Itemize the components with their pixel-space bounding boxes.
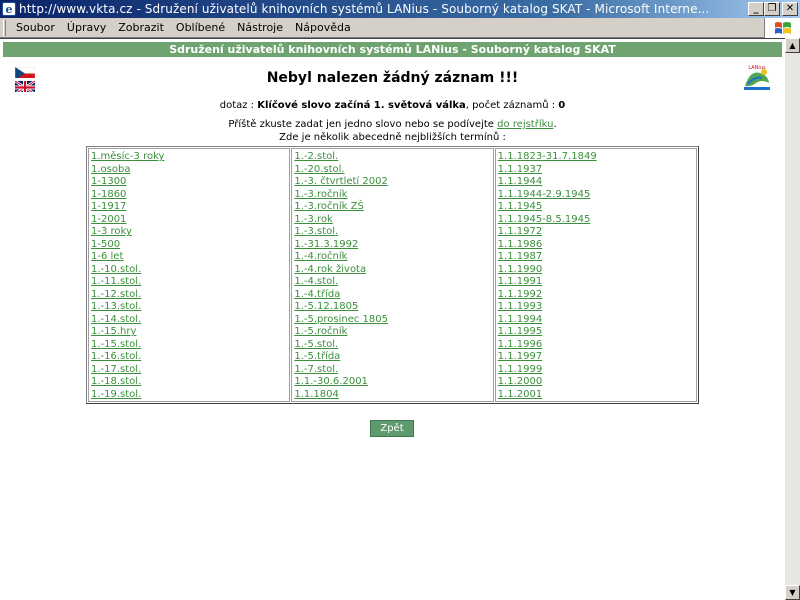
menu-item-upravy[interactable]: Úpravy bbox=[61, 21, 112, 34]
term-link[interactable]: 1-1300 bbox=[91, 176, 287, 189]
term-link[interactable]: 1.1.1995 bbox=[498, 326, 694, 339]
terms-column-2: 1.-2.stol. 1.-20.stol. 1.-3. čtvrtletí 2… bbox=[291, 148, 494, 402]
term-link[interactable]: 1-1917 bbox=[91, 201, 287, 214]
nearest-terms-table: 1.měsíc-3 roky 1.osoba 1-1300 1-1860 1-1… bbox=[86, 146, 699, 404]
term-link[interactable]: 1.1.1945 bbox=[498, 201, 694, 214]
back-button[interactable]: Zpět bbox=[370, 420, 414, 437]
term-link[interactable]: 1.-4.třída bbox=[294, 289, 490, 302]
ie-page-icon: e bbox=[2, 2, 16, 16]
maximize-button[interactable]: ❐ bbox=[764, 2, 780, 16]
menu-item-oblibene[interactable]: Oblíbené bbox=[170, 21, 231, 34]
term-link[interactable]: 1.1.1804 bbox=[294, 389, 490, 402]
term-link[interactable]: 1.1.1990 bbox=[498, 264, 694, 277]
term-link[interactable]: 1.-14.stol. bbox=[91, 314, 287, 327]
menu-item-soubor[interactable]: Soubor bbox=[10, 21, 61, 34]
term-link[interactable]: 1.-31.3.1992 bbox=[294, 239, 490, 252]
term-link[interactable]: 1.-10.stol. bbox=[91, 264, 287, 277]
term-link[interactable]: 1.-5.stol. bbox=[294, 339, 490, 352]
menu-item-napoveda[interactable]: Nápověda bbox=[289, 21, 357, 34]
query-text: Klíčové slovo začíná 1. světová válka bbox=[257, 100, 466, 111]
term-link[interactable]: 1.1.2001 bbox=[498, 389, 694, 402]
term-link[interactable]: 1.-4.ročník bbox=[294, 251, 490, 264]
term-link[interactable]: 1.1.1996 bbox=[498, 339, 694, 352]
close-button[interactable]: ✕ bbox=[782, 2, 798, 16]
term-link[interactable]: 1-1860 bbox=[91, 189, 287, 202]
term-link[interactable]: 1.1.1937 bbox=[498, 164, 694, 177]
window-title: http://www.vkta.cz - Sdružení uživatelů … bbox=[19, 2, 710, 16]
term-link[interactable]: 1-500 bbox=[91, 239, 287, 252]
term-link[interactable]: 1.-13.stol. bbox=[91, 301, 287, 314]
query-count: 0 bbox=[558, 100, 566, 111]
term-link[interactable]: 1.1.1993 bbox=[498, 301, 694, 314]
term-link[interactable]: 1.1.1991 bbox=[498, 276, 694, 289]
term-link[interactable]: 1.-18.stol. bbox=[91, 376, 287, 389]
menu-item-nastroje[interactable]: Nástroje bbox=[231, 21, 289, 34]
query-prefix: dotaz : bbox=[219, 100, 258, 111]
scroll-up-arrow-icon[interactable]: ▲ bbox=[785, 38, 800, 53]
query-summary: dotaz : Klíčové slovo začíná 1. světová … bbox=[0, 100, 785, 111]
index-link[interactable]: do rejstříku bbox=[497, 119, 553, 130]
term-link[interactable]: 1.-3.ročník ZŠ bbox=[294, 201, 490, 214]
term-link[interactable]: 1.1.1999 bbox=[498, 364, 694, 377]
catalog-banner: Sdružení uživatelů knihovních systémů LA… bbox=[3, 42, 782, 57]
term-link[interactable]: 1.-20.stol. bbox=[294, 164, 490, 177]
term-link[interactable]: 1.-5.ročník bbox=[294, 326, 490, 339]
term-link[interactable]: 1.-15.stol. bbox=[91, 339, 287, 352]
menu-item-zobrazit[interactable]: Zobrazit bbox=[112, 21, 170, 34]
term-link[interactable]: 1.-15.hry bbox=[91, 326, 287, 339]
term-link[interactable]: 1.1.1997 bbox=[498, 351, 694, 364]
term-link[interactable]: 1.1.1823-31.7.1849 bbox=[498, 151, 694, 164]
term-link[interactable]: 1.1.1986 bbox=[498, 239, 694, 252]
terms-column-1: 1.měsíc-3 roky 1.osoba 1-1300 1-1860 1-1… bbox=[88, 148, 291, 402]
term-link[interactable]: 1.1.1994 bbox=[498, 314, 694, 327]
term-link[interactable]: 1.-5.třída bbox=[294, 351, 490, 364]
page-content: Sdružení uživatelů knihovních systémů LA… bbox=[0, 38, 785, 600]
term-link[interactable]: 1.1.1945-8.5.1945 bbox=[498, 214, 694, 227]
term-link[interactable]: 1.-5.12.1805 bbox=[294, 301, 490, 314]
minimize-button[interactable]: _ bbox=[748, 2, 764, 16]
hint-end: . bbox=[553, 119, 557, 130]
term-link[interactable]: 1.1.1972 bbox=[498, 226, 694, 239]
toolbar-grip[interactable] bbox=[3, 19, 6, 36]
term-link[interactable]: 1.měsíc-3 roky bbox=[91, 151, 287, 164]
hint-text: Příště zkuste zadat jen jedno slovo nebo… bbox=[228, 119, 498, 130]
term-link[interactable]: 1.1.1944-2.9.1945 bbox=[498, 189, 694, 202]
term-link[interactable]: 1.-11.stol. bbox=[91, 276, 287, 289]
term-link[interactable]: 1.1.1944 bbox=[498, 176, 694, 189]
term-link[interactable]: 1-6 let bbox=[91, 251, 287, 264]
term-link[interactable]: 1-2001 bbox=[91, 214, 287, 227]
window-title-bar[interactable]: e http://www.vkta.cz - Sdružení uživatel… bbox=[0, 0, 800, 18]
term-link[interactable]: 1.osoba bbox=[91, 164, 287, 177]
term-link[interactable]: 1.-3.stol. bbox=[294, 226, 490, 239]
term-link[interactable]: 1.-4.rok života bbox=[294, 264, 490, 277]
terms-heading: Zde je několik abecedně nejbližších term… bbox=[279, 132, 506, 143]
term-link[interactable]: 1.-7.stol. bbox=[294, 364, 490, 377]
term-link[interactable]: 1.-3.ročník bbox=[294, 189, 490, 202]
term-link[interactable]: 1.-19.stol. bbox=[91, 389, 287, 402]
term-link[interactable]: 1.1.1987 bbox=[498, 251, 694, 264]
term-link[interactable]: 1.-16.stol. bbox=[91, 351, 287, 364]
term-link[interactable]: 1.1.1992 bbox=[498, 289, 694, 302]
scroll-down-arrow-icon[interactable]: ▼ bbox=[785, 585, 800, 600]
page-title: Nebyl nalezen žádný záznam !!! bbox=[266, 70, 519, 86]
term-link[interactable]: 1.-5.prosinec 1805 bbox=[294, 314, 490, 327]
window-controls: _ ❐ ✕ bbox=[748, 2, 798, 16]
windows-logo-icon bbox=[764, 18, 800, 38]
term-link[interactable]: 1.-4.stol. bbox=[294, 276, 490, 289]
term-link[interactable]: 1.-12.stol. bbox=[91, 289, 287, 302]
search-hint: Příště zkuste zadat jen jedno slovo nebo… bbox=[0, 119, 785, 130]
term-link[interactable]: 1-3 roky bbox=[91, 226, 287, 239]
term-link[interactable]: 1.-17.stol. bbox=[91, 364, 287, 377]
vertical-scrollbar[interactable]: ▲ ▼ bbox=[785, 38, 800, 600]
term-link[interactable]: 1.-3. čtvrtletí 2002 bbox=[294, 176, 490, 189]
query-count-label: , počet záznamů : bbox=[465, 100, 559, 111]
term-link[interactable]: 1.1.2000 bbox=[498, 376, 694, 389]
term-link[interactable]: 1.-3.rok bbox=[294, 214, 490, 227]
term-link[interactable]: 1.1.-30.6.2001 bbox=[294, 376, 490, 389]
terms-column-3: 1.1.1823-31.7.1849 1.1.1937 1.1.1944 1.1… bbox=[494, 148, 697, 402]
menu-bar: Soubor Úpravy Zobrazit Oblíbené Nástroje… bbox=[0, 18, 800, 38]
term-link[interactable]: 1.-2.stol. bbox=[294, 151, 490, 164]
